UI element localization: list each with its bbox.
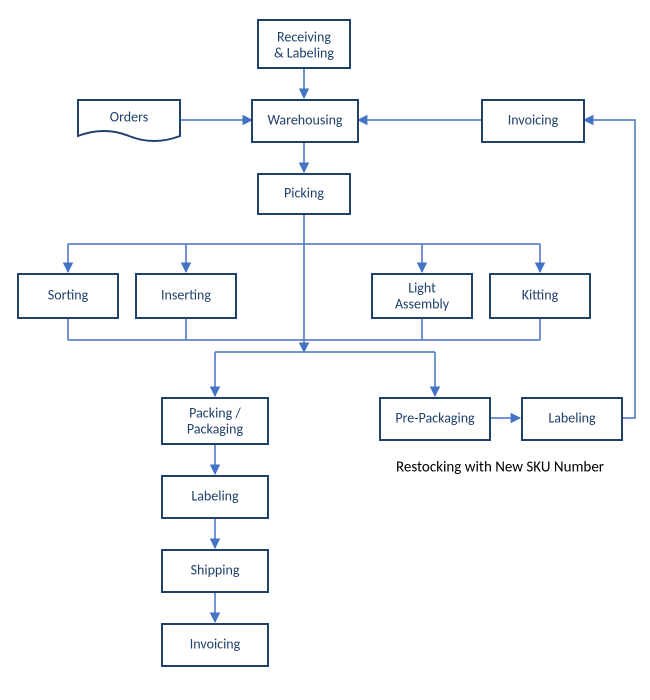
node-labeling-left: Labeling (162, 476, 268, 518)
node-picking: Picking (258, 174, 350, 214)
node-inserting: Inserting (136, 274, 236, 318)
node-pre-packaging: Pre-Packaging (380, 398, 490, 440)
node-label: Sorting (48, 286, 89, 303)
node-label: Picking (284, 184, 324, 201)
node-label: Invoicing (190, 635, 241, 652)
node-label: Assembly (395, 295, 450, 312)
caption-restocking: Restocking with New SKU Number (396, 459, 604, 477)
node-receiving-labeling: Receiving & Labeling (258, 20, 350, 68)
node-light-assembly: Light Assembly (372, 274, 472, 318)
connectors (68, 68, 635, 622)
node-shipping: Shipping (162, 550, 268, 592)
node-label: Packing / (189, 404, 241, 421)
node-label: & Labeling (274, 44, 334, 61)
node-label: Warehousing (267, 111, 342, 128)
node-invoicing-top: Invoicing (482, 100, 584, 142)
node-sorting: Sorting (18, 274, 118, 318)
node-warehousing: Warehousing (252, 100, 358, 142)
node-label: Light (408, 279, 436, 296)
node-label: Packaging (187, 420, 244, 437)
flowchart: Receiving & Labeling Orders Warehousing … (0, 0, 650, 700)
node-orders: Orders (78, 100, 180, 141)
node-packing-packaging: Packing / Packaging (162, 398, 268, 444)
node-invoicing-bottom: Invoicing (162, 624, 268, 666)
node-kitting: Kitting (490, 274, 590, 318)
node-label: Receiving (277, 28, 331, 45)
node-label: Orders (110, 108, 148, 125)
node-label: Pre-Packaging (395, 409, 475, 426)
node-label: Labeling (548, 409, 596, 426)
node-label: Shipping (191, 561, 240, 578)
node-label: Kitting (522, 286, 559, 303)
node-label: Invoicing (508, 111, 559, 128)
node-label: Inserting (161, 286, 211, 303)
node-labeling-right: Labeling (522, 398, 622, 440)
node-label: Labeling (191, 487, 239, 504)
